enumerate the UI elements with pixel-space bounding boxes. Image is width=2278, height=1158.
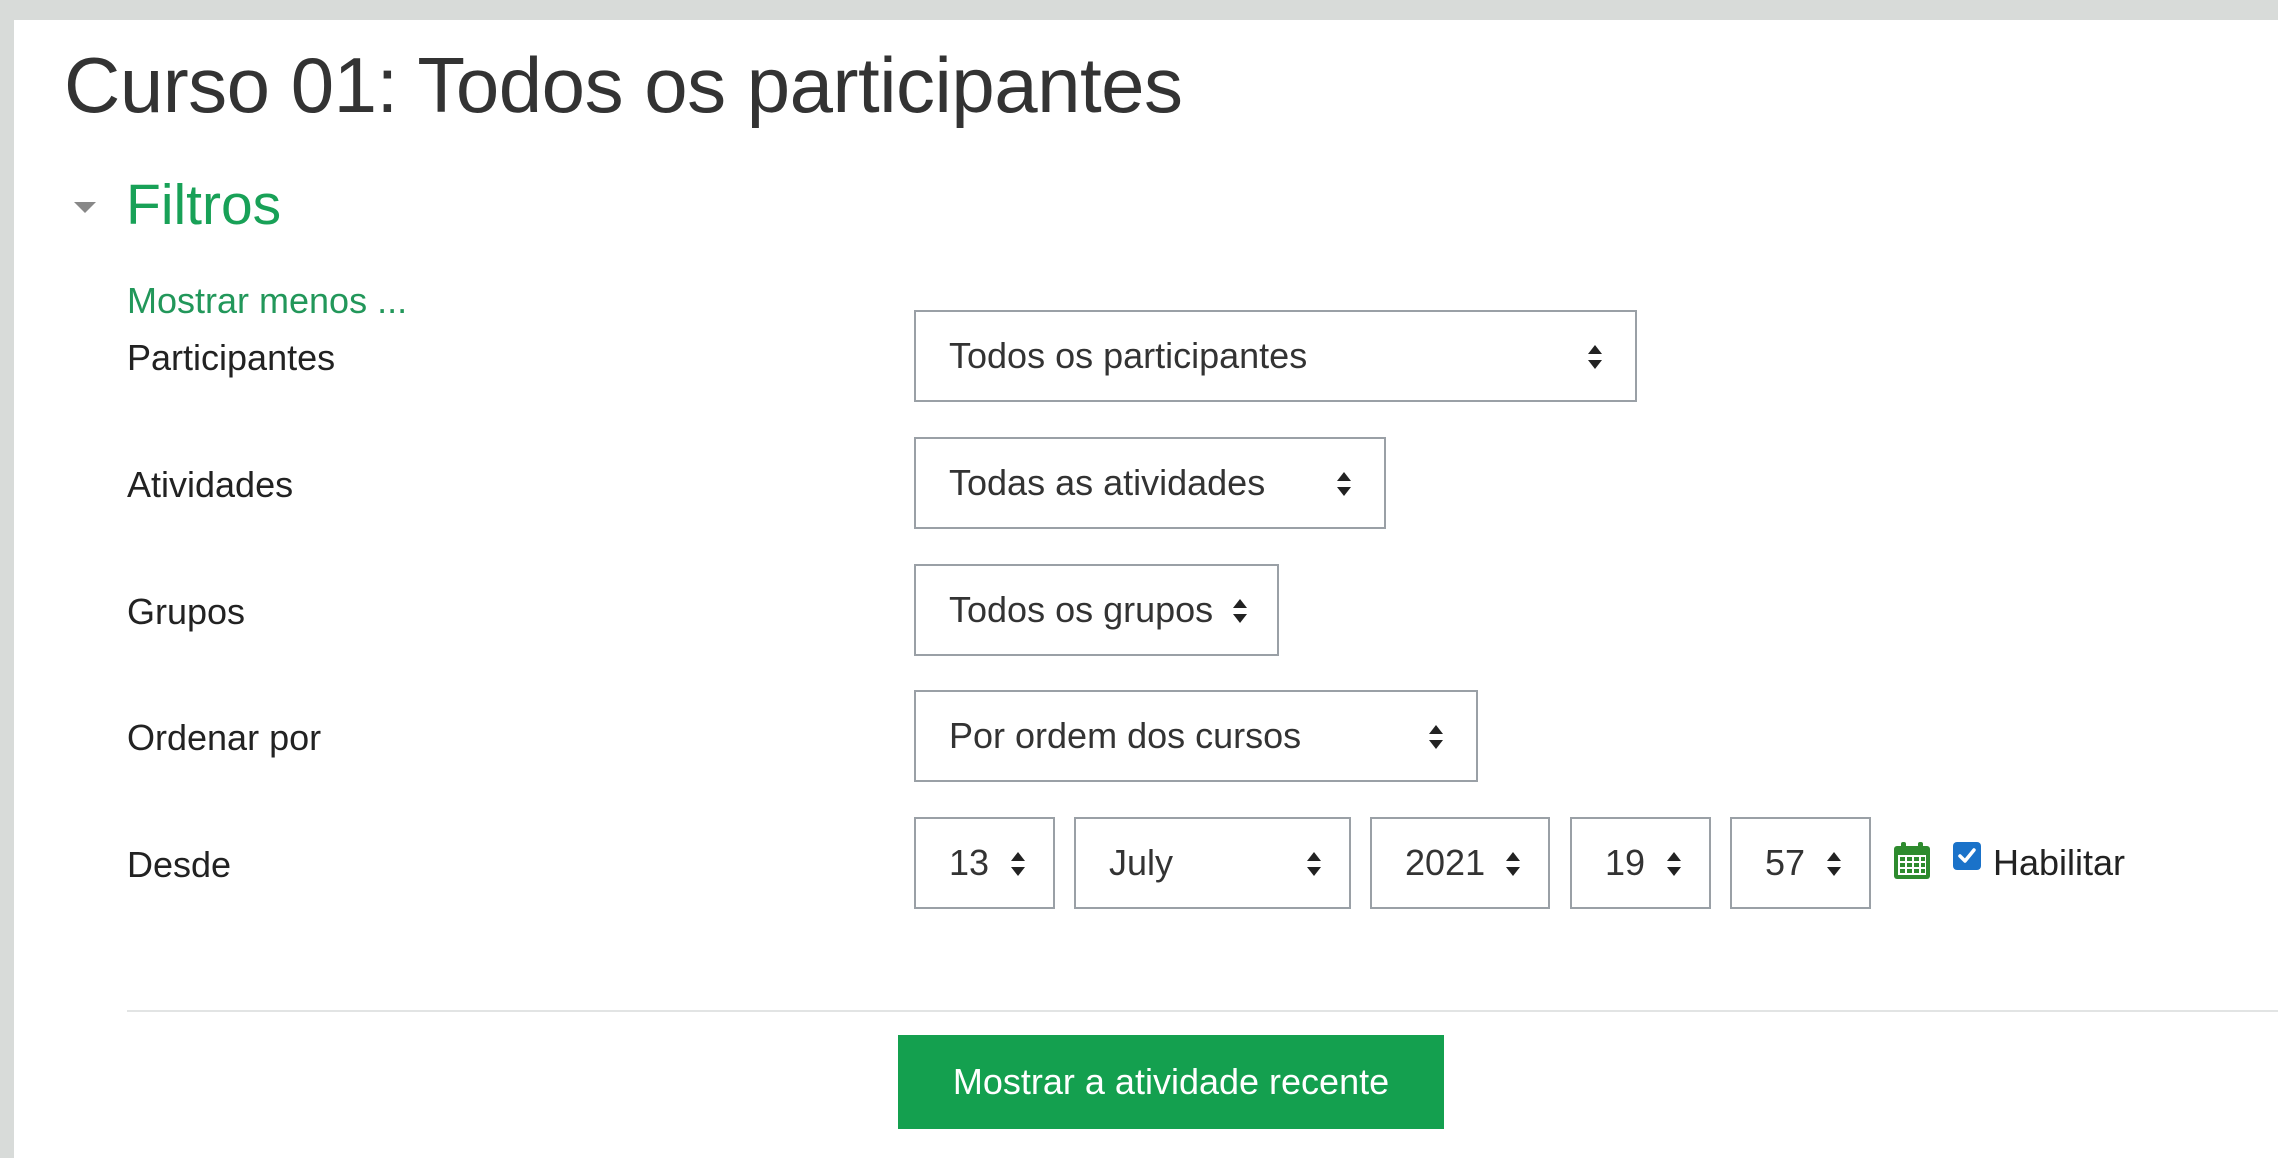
enable-checkbox[interactable] xyxy=(1953,842,1981,870)
minute-select-value: 57 xyxy=(1765,842,1806,883)
enable-label: Habilitar xyxy=(1993,842,2126,883)
hour-select[interactable]: 19 xyxy=(1570,817,1711,909)
participants-label: Participantes xyxy=(127,337,336,378)
order-select[interactable]: Por ordem dos cursos xyxy=(914,690,1478,782)
select-arrows-icon xyxy=(1429,725,1443,749)
select-arrows-icon xyxy=(1233,599,1247,623)
activities-select-value: Todas as atividades xyxy=(949,462,1266,503)
select-arrows-icon xyxy=(1011,852,1025,876)
main-panel: Curso 01: Todos os participantes Filtros… xyxy=(14,20,2278,1158)
hour-select-value: 19 xyxy=(1605,842,1646,883)
filters-title: Filtros xyxy=(126,172,282,237)
select-arrows-icon xyxy=(1506,852,1520,876)
year-select[interactable]: 2021 xyxy=(1370,817,1550,909)
participants-row: Participantes Todos os participantes xyxy=(127,310,2227,406)
groups-row: Grupos Todos os grupos xyxy=(127,564,2227,660)
order-label: Ordenar por xyxy=(127,717,322,758)
participants-select[interactable]: Todos os participantes xyxy=(914,310,1637,402)
collapse-caret-icon xyxy=(74,201,96,213)
checkbox-checked-icon xyxy=(1958,848,1976,863)
select-arrows-icon xyxy=(1588,345,1602,369)
select-arrows-icon xyxy=(1307,852,1321,876)
select-arrows-icon xyxy=(1827,852,1841,876)
activities-label: Atividades xyxy=(127,464,294,505)
select-arrows-icon xyxy=(1337,472,1351,496)
select-arrows-icon xyxy=(1667,852,1681,876)
groups-select[interactable]: Todos os grupos xyxy=(914,564,1279,656)
groups-select-value: Todos os grupos xyxy=(949,589,1214,630)
minute-select[interactable]: 57 xyxy=(1730,817,1871,909)
month-select[interactable]: July xyxy=(1074,817,1351,909)
month-select-value: July xyxy=(1109,842,1174,883)
year-select-value: 2021 xyxy=(1405,842,1486,883)
order-row: Ordenar por Por ordem dos cursos xyxy=(127,690,2227,786)
page-title: Curso 01: Todos os participantes xyxy=(64,41,1183,129)
day-select[interactable]: 13 xyxy=(914,817,1055,909)
form-divider xyxy=(127,1010,2278,1012)
groups-label: Grupos xyxy=(127,591,246,632)
day-select-value: 13 xyxy=(949,842,990,883)
filters-toggle[interactable]: Filtros xyxy=(74,155,281,255)
since-row: Desde 13 July 2021 19 57 Habilitar xyxy=(127,817,2227,913)
activities-select[interactable]: Todas as atividades xyxy=(914,437,1386,529)
calendar-icon[interactable] xyxy=(1890,839,1934,883)
show-recent-activity-button[interactable]: Mostrar a atividade recente xyxy=(898,1035,1444,1129)
participants-select-value: Todos os participantes xyxy=(949,335,1308,376)
activities-row: Atividades Todas as atividades xyxy=(127,437,2227,533)
since-label: Desde xyxy=(127,844,232,885)
order-select-value: Por ordem dos cursos xyxy=(949,715,1302,756)
